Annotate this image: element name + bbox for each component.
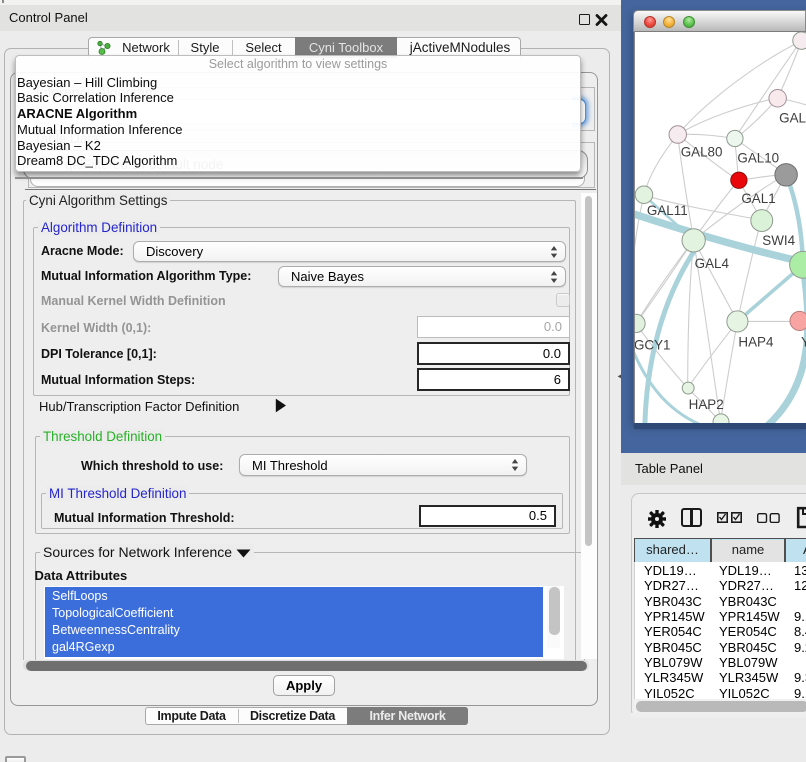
svg-text:GAL11: GAL11 xyxy=(647,203,688,218)
svg-text:GAL10: GAL10 xyxy=(737,150,779,165)
svg-text:HAP2: HAP2 xyxy=(689,397,724,412)
svg-text:GCY1: GCY1 xyxy=(634,337,671,352)
svg-text:SWI4: SWI4 xyxy=(762,233,795,248)
svg-text:GAL7: GAL7 xyxy=(779,111,806,126)
svg-text:GAL4: GAL4 xyxy=(695,256,730,271)
svg-text:GAL80: GAL80 xyxy=(681,144,723,159)
svg-text:Y: Y xyxy=(801,334,806,349)
svg-text:GAL1: GAL1 xyxy=(741,191,775,206)
svg-text:HAP4: HAP4 xyxy=(738,334,774,349)
